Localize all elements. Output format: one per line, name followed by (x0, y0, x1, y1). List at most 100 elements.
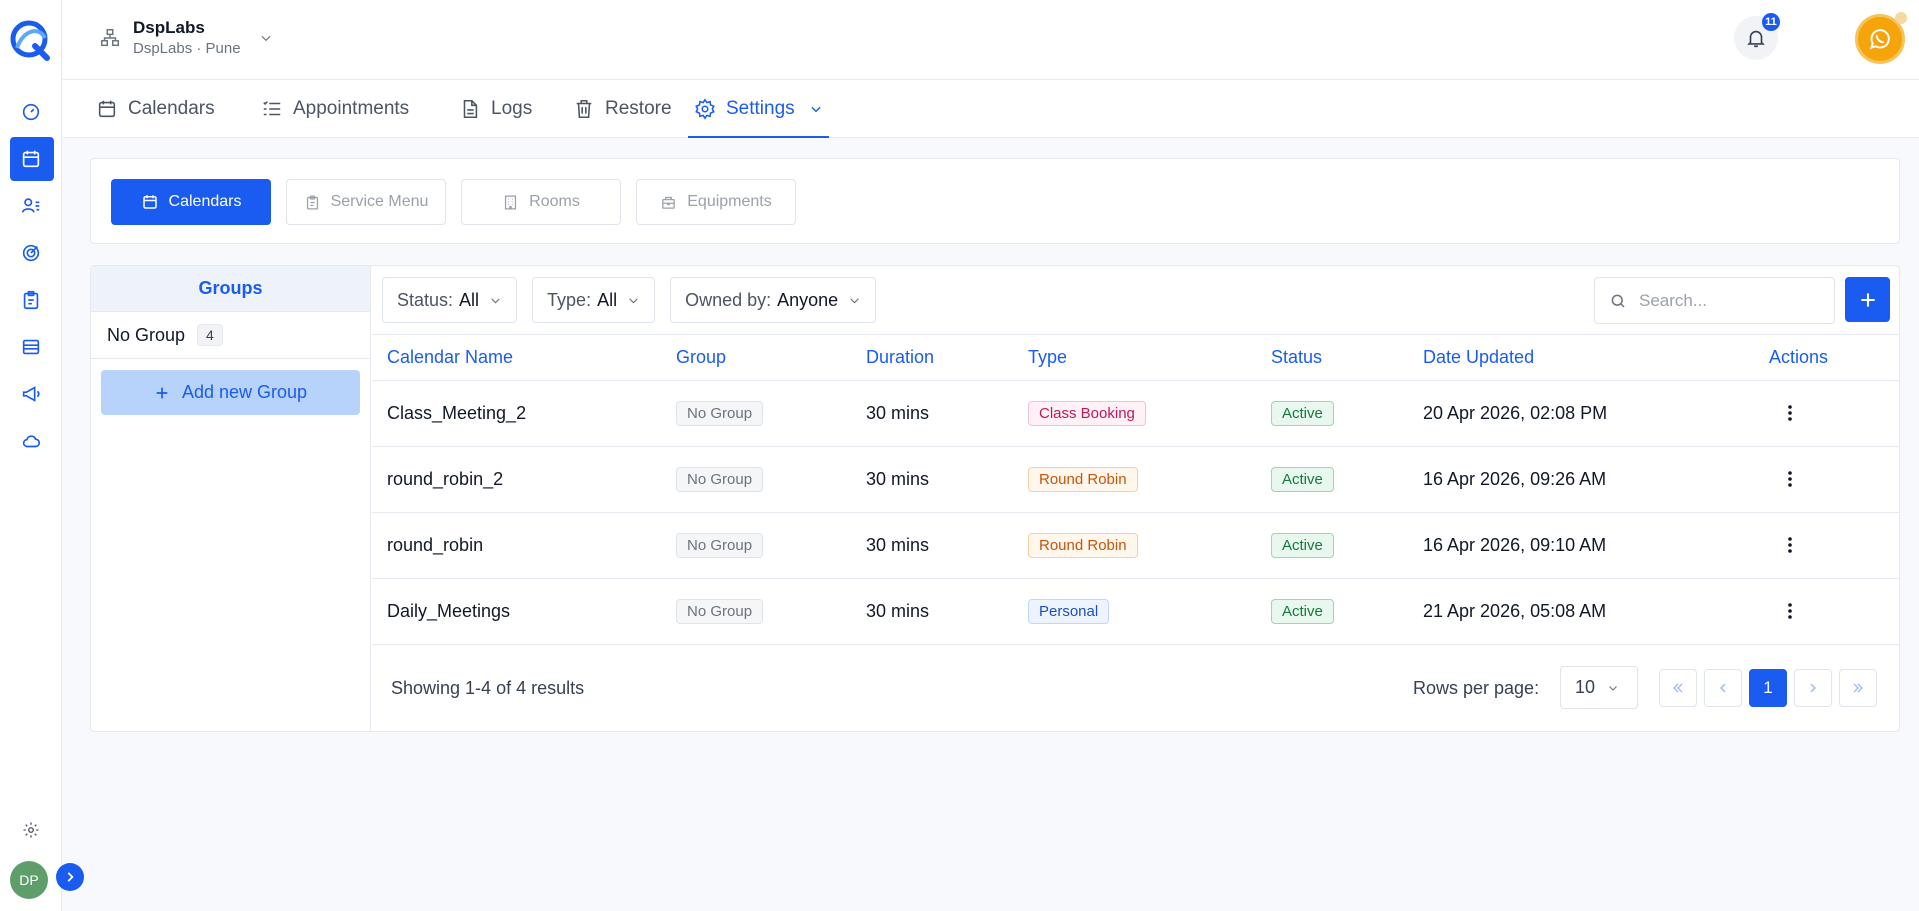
group-badge: No Group (676, 533, 764, 558)
calendar-name[interactable]: Daily_Meetings (372, 578, 661, 645)
group-label: No Group (107, 324, 186, 345)
column-header-type[interactable]: Type (1013, 334, 1256, 381)
kebab-menu-icon (1788, 602, 1792, 619)
group-badge: No Group (676, 467, 764, 492)
group-count-badge: 4 (197, 324, 223, 346)
add-calendar-button[interactable] (1845, 277, 1890, 322)
notifications-button[interactable]: 11 (1734, 13, 1780, 60)
column-header-group[interactable]: Group (661, 334, 851, 381)
subtab-label: Service Menu (330, 193, 429, 210)
status-cell: Active (1256, 512, 1408, 579)
subtab-service-menu[interactable]: Service Menu (286, 179, 446, 225)
inbox-icon (22, 339, 40, 355)
workspace-switcher[interactable]: DspLabs DspLabs · Pune (99, 18, 273, 57)
group-cell: No Group (661, 446, 851, 513)
groups-sidebar: Groups No Group 4 Add new Group (91, 266, 371, 731)
calendars-table: Calendar Name Group Duration Type Status… (372, 334, 1899, 645)
expand-sidebar-button[interactable] (56, 863, 84, 891)
app-logo-icon[interactable] (9, 18, 53, 62)
date-updated-cell: 20 Apr 2026, 02:08 PM (1408, 380, 1754, 447)
date-updated-cell: 16 Apr 2026, 09:10 AM (1408, 512, 1754, 579)
owner-filter-value: Anyone (777, 289, 839, 310)
nav-calendar[interactable] (0, 137, 62, 181)
status-filter[interactable]: Status: All (382, 277, 518, 323)
nav-targets[interactable] (0, 231, 62, 275)
type-filter-value: All (597, 289, 618, 310)
owner-filter-label: Owned by: (685, 289, 772, 310)
subtab-equipments[interactable]: Equipments (636, 179, 796, 225)
tab-logs[interactable]: Logs (459, 80, 532, 138)
status-cell: Active (1256, 578, 1408, 645)
last-page-button[interactable] (1839, 669, 1877, 707)
table-row[interactable]: round_robin No Group 30 mins Round Robin… (372, 512, 1899, 579)
nav-clipboard[interactable] (0, 278, 62, 322)
first-page-button[interactable] (1659, 669, 1697, 707)
column-header-status[interactable]: Status (1256, 334, 1408, 381)
tab-appointments[interactable]: Appointments (261, 80, 409, 138)
kebab-menu-icon (1788, 470, 1792, 487)
search-icon (1611, 294, 1625, 308)
subtab-label: Calendars (168, 193, 242, 210)
nav-dashboard[interactable] (0, 90, 62, 134)
type-cell: Round Robin (1013, 512, 1256, 579)
row-actions-button[interactable] (1778, 401, 1802, 425)
workspace-location: DspLabs · Pune (133, 40, 241, 57)
owner-filter[interactable]: Owned by: Anyone (670, 277, 877, 323)
table-row[interactable]: round_robin_2 No Group 30 mins Round Rob… (372, 446, 1899, 513)
row-actions-button[interactable] (1778, 467, 1802, 491)
column-header-duration[interactable]: Duration (851, 334, 1013, 381)
subtab-label: Rooms (529, 193, 580, 210)
nav-inbox[interactable] (0, 325, 62, 369)
nav-contacts[interactable] (0, 184, 62, 228)
target-icon (22, 244, 40, 262)
group-badge: No Group (676, 401, 764, 426)
table-row[interactable]: Daily_Meetings No Group 30 mins Personal… (372, 578, 1899, 645)
tab-restore[interactable]: Restore (573, 80, 672, 138)
group-cell: No Group (661, 380, 851, 447)
type-cell: Class Booking (1013, 380, 1256, 447)
nav-cloud[interactable] (0, 419, 62, 463)
rows-per-page-select[interactable]: 10 (1560, 666, 1638, 709)
column-header-calendar-name[interactable]: Calendar Name (372, 334, 661, 381)
type-badge: Round Robin (1028, 467, 1138, 492)
group-item-no-group[interactable]: No Group 4 (91, 312, 370, 359)
subtab-rooms[interactable]: Rooms (461, 179, 621, 225)
whatsapp-icon (1869, 29, 1890, 50)
tab-settings[interactable]: Settings (688, 80, 829, 138)
add-group-button[interactable]: Add new Group (101, 370, 360, 415)
duration-cell: 30 mins (851, 512, 1013, 579)
page-button-1[interactable]: 1 (1749, 669, 1787, 707)
status-filter-label: Status: (397, 289, 454, 310)
calendar-name[interactable]: round_robin_2 (372, 446, 661, 513)
next-page-button[interactable] (1794, 669, 1832, 707)
tab-calendars[interactable]: Calendars (96, 80, 215, 138)
status-badge: Active (1271, 467, 1334, 492)
type-cell: Personal (1013, 578, 1256, 645)
rail-avatar[interactable]: DP (10, 861, 48, 899)
rows-per-page-label: Rows per page: (1413, 678, 1540, 698)
row-actions-button[interactable] (1778, 599, 1802, 623)
tab-label: Appointments (293, 98, 410, 119)
equipment-icon (662, 196, 676, 209)
search-input[interactable] (1639, 290, 1819, 311)
nav-settings[interactable] (0, 812, 62, 848)
workspace-name: DspLabs (133, 18, 205, 37)
main-tabs: Calendars Appointments Logs Restore Sett… (63, 80, 1919, 138)
row-actions-button[interactable] (1778, 533, 1802, 557)
nav-campaigns[interactable] (0, 372, 62, 416)
left-rail: DP (0, 0, 84, 911)
subtab-calendars[interactable]: Calendars (111, 179, 271, 225)
chevron-right-icon (67, 872, 74, 882)
status-cell: Active (1256, 446, 1408, 513)
gear-icon (23, 822, 39, 838)
table-row[interactable]: Class_Meeting_2 No Group 30 mins Class B… (372, 380, 1899, 447)
calendar-name[interactable]: round_robin (372, 512, 661, 579)
column-header-date-updated[interactable]: Date Updated (1408, 334, 1754, 381)
previous-page-button[interactable] (1704, 669, 1742, 707)
group-cell: No Group (661, 512, 851, 579)
chevron-down-icon (1609, 685, 1617, 691)
calendar-name[interactable]: Class_Meeting_2 (372, 380, 661, 447)
type-filter[interactable]: Type: All (532, 277, 656, 323)
calendar-icon (142, 195, 157, 209)
document-icon (463, 99, 478, 119)
